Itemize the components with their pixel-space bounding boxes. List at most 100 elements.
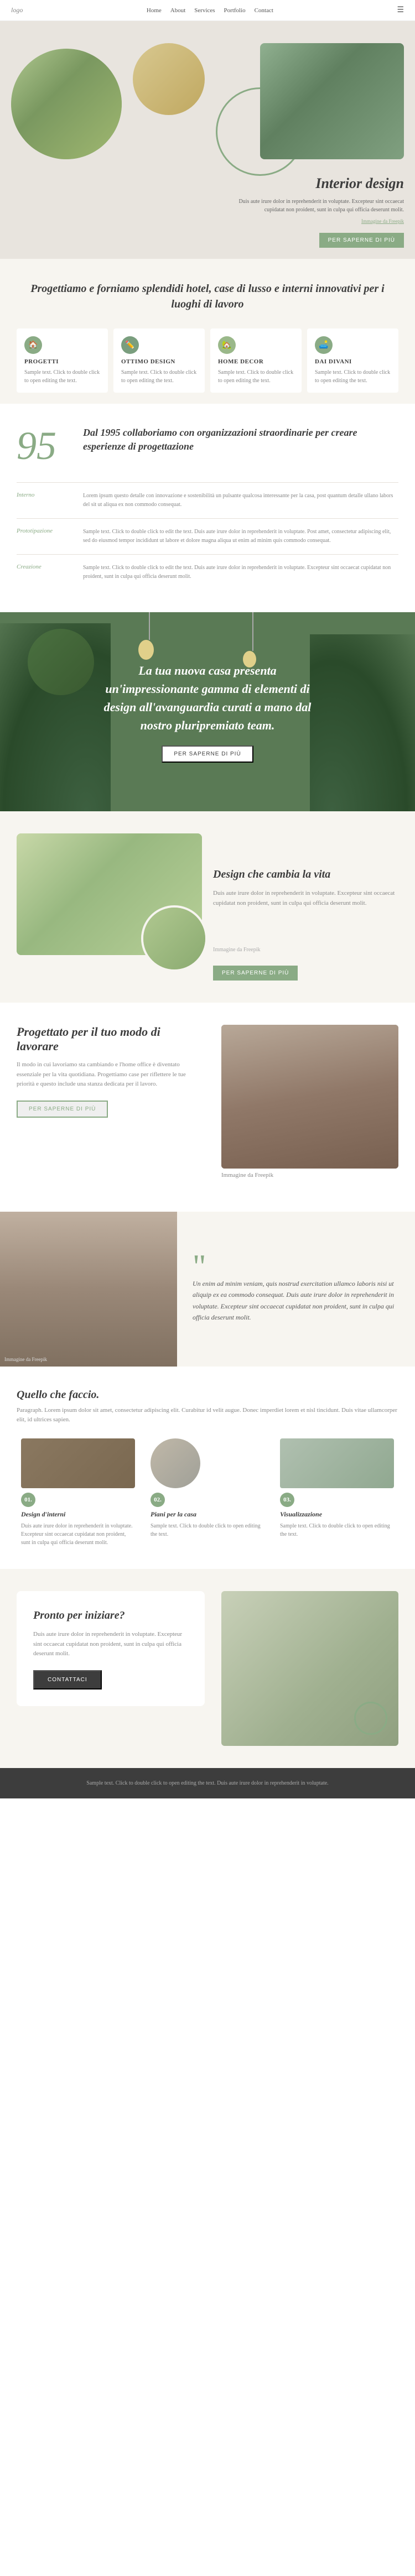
card-home-text: Sample text. Click to double click to op… xyxy=(218,368,294,385)
section-item-creazione: Creazione Sample text. Click to double c… xyxy=(17,554,398,590)
item-creazione-text: Sample text. Click to double click to ed… xyxy=(83,564,398,581)
progettato-left: Progettato per il tuo modo di lavorare I… xyxy=(17,1025,205,1134)
design-heading: Design che cambia la vita xyxy=(213,867,398,882)
home-icon: 🏡 xyxy=(218,336,236,354)
progettato-image xyxy=(221,1025,398,1169)
section-pronto: Pronto per iniziare? Duis aute irure dol… xyxy=(0,1569,415,1768)
header: logo Home About Services Portfolio Conta… xyxy=(0,0,415,21)
logo: logo xyxy=(11,6,23,14)
design-left xyxy=(17,833,202,962)
card-ottimo-text: Sample text. Click to double click to op… xyxy=(121,368,197,385)
card-divani: 🛋️ DAI DIVANI Sample text. Click to doub… xyxy=(307,328,398,393)
card-divani-title: DAI DIVANI xyxy=(315,358,391,365)
design-cta-button[interactable]: PER SAPERNE DI PIÙ xyxy=(213,966,298,981)
footer-text: Sample text. Click to double click to op… xyxy=(17,1779,398,1787)
hero-description: Duis aute irure dolor in reprehenderit i… xyxy=(238,197,404,214)
cosa-text-3: Sample text. Click to double click to op… xyxy=(280,1522,394,1539)
pronto-box-wrap: Pronto per iniziare? Duis aute irure dol… xyxy=(17,1591,205,1746)
progettato-heading: Progettato per il tuo modo di lavorare xyxy=(17,1025,205,1054)
pronto-heading: Pronto per iniziare? xyxy=(33,1608,188,1623)
item-interno-text: Lorem ipsum questo detalle con innovazio… xyxy=(83,492,398,509)
card-divani-text: Sample text. Click to double click to op… xyxy=(315,368,391,385)
hero-img-left xyxy=(11,49,122,159)
section-green-plants: La tua nuova casa presenta un'impression… xyxy=(0,612,415,811)
quote-text: Un enim ad minim veniam, quis nostrud ex… xyxy=(193,1278,400,1323)
quote-image-credit: Immagine da Freepik xyxy=(4,1357,47,1362)
item-interno-label: Interno xyxy=(17,492,83,498)
nav: Home About Services Portfolio Contact xyxy=(147,7,273,14)
section-design: Design che cambia la vita Duis aute irur… xyxy=(0,811,415,1003)
progettiamo-heading: Progettiamo e forniamo splendidi hotel, … xyxy=(17,281,398,312)
cosa-intro: Paragraph. Lorem ipsum dolor sit amet, c… xyxy=(17,1406,398,1425)
section-items: Interno Lorem ipsum questo detalle con i… xyxy=(17,482,398,590)
section-quote: Immagine da Freepik " Un enim ad minim v… xyxy=(0,1212,415,1367)
hero-content: Interior design Duis aute irure dolor in… xyxy=(238,175,404,248)
cosa-image-3 xyxy=(280,1438,394,1488)
section-cosa: Quello che faccio. Paragraph. Lorem ipsu… xyxy=(0,1367,415,1569)
section-item-interno: Interno Lorem ipsum questo detalle con i… xyxy=(17,482,398,518)
cosa-title-3: Visualizzazione xyxy=(280,1510,394,1519)
progettato-cta-button[interactable]: PER SAPERNE DI PIÙ xyxy=(17,1101,108,1118)
green-plant-heading: La tua nuova casa presenta un'impression… xyxy=(102,661,313,734)
cosa-title-2: Piani per la casa xyxy=(151,1510,264,1519)
cosa-heading: Quello che faccio. xyxy=(17,1389,398,1401)
cosa-card-2: 02. Piani per la casa Sample text. Click… xyxy=(146,1438,269,1547)
progettato-text: Il modo in cui lavoriamo sta cambiando e… xyxy=(17,1060,205,1089)
progettato-credit: Immagine da Freepik xyxy=(221,1171,398,1181)
pronto-image xyxy=(221,1591,398,1746)
nav-contact[interactable]: Contact xyxy=(255,7,273,14)
nav-portfolio[interactable]: Portfolio xyxy=(224,7,246,14)
design-right: Design che cambia la vita Duis aute irur… xyxy=(213,833,398,981)
cosa-num-2: 02. xyxy=(151,1493,165,1507)
hero-section: Interior design Duis aute irure dolor in… xyxy=(0,21,415,259)
cosa-card-1: 01. Design d'interni Duis aute irure dol… xyxy=(17,1438,139,1547)
nav-home[interactable]: Home xyxy=(147,7,162,14)
design-circle-image xyxy=(141,905,208,972)
section-95-text: Dal 1995 collaboriamo con organizzazioni… xyxy=(83,426,398,453)
cosa-image-1 xyxy=(21,1438,135,1488)
card-progetti-text: Sample text. Click to double click to op… xyxy=(24,368,100,385)
cosa-num-1: 01. xyxy=(21,1493,35,1507)
pronto-text: Duis aute irure dolor in reprehenderit i… xyxy=(33,1630,188,1659)
cosa-image-2 xyxy=(151,1438,200,1488)
hero-cta-button[interactable]: PER SAPERNE DI PIÙ xyxy=(319,233,404,248)
pronto-circle-deco xyxy=(354,1702,387,1735)
cards-row: 🏠 PROGETTI Sample text. Click to double … xyxy=(17,328,398,393)
card-home-title: HOME DECOR xyxy=(218,358,294,365)
design-main-image xyxy=(17,833,202,955)
cosa-num-3: 03. xyxy=(280,1493,294,1507)
quote-mark-icon: " xyxy=(193,1255,400,1278)
menu-icon[interactable]: ☰ xyxy=(397,6,404,15)
section-progettato: Progettato per il tuo modo di lavorare I… xyxy=(0,1003,415,1212)
green-plant-cta-button[interactable]: PER SAPERNE DI PIÙ xyxy=(162,745,253,763)
design-text: Duis aute irure dolor in reprehenderit i… xyxy=(213,889,398,908)
progettato-inner: Progettato per il tuo modo di lavorare I… xyxy=(17,1025,398,1190)
section-progettiamo: Progettiamo e forniamo splendidi hotel, … xyxy=(0,259,415,404)
ottimo-icon: ✏️ xyxy=(121,336,139,354)
hero-credit: Immagine da Freepik xyxy=(238,218,404,224)
progettato-right: Immagine da Freepik xyxy=(221,1025,398,1190)
plant-circle-deco xyxy=(28,629,94,695)
pronto-cta-button[interactable]: CONTATTACI xyxy=(33,1670,102,1689)
item-prototipazione-label: Prototipazione xyxy=(17,528,83,534)
quote-content: " Un enim ad minim veniam, quis nostrud … xyxy=(177,1212,415,1367)
cosa-cards: 01. Design d'interni Duis aute irure dol… xyxy=(17,1438,398,1547)
nav-services[interactable]: Services xyxy=(194,7,215,14)
nav-about[interactable]: About xyxy=(170,7,186,14)
card-ottimo: ✏️ OTTIMO DESIGN Sample text. Click to d… xyxy=(113,328,205,393)
item-prototipazione-text: Sample text. Click to double click to ed… xyxy=(83,528,398,545)
item-creazione-label: Creazione xyxy=(17,564,83,570)
hero-img-right xyxy=(260,43,404,159)
design-credit: Immagine da Freepik xyxy=(213,912,398,955)
footer: Sample text. Click to double click to op… xyxy=(0,1768,415,1798)
cosa-card-3: 03. Visualizzazione Sample text. Click t… xyxy=(276,1438,398,1547)
section-95-top: 95 Dal 1995 collaboriamo con organizzazi… xyxy=(17,426,398,466)
pronto-inner: Pronto per iniziare? Duis aute irure dol… xyxy=(17,1591,398,1746)
hero-title: Interior design xyxy=(238,175,404,192)
quote-image: Immagine da Freepik xyxy=(0,1212,177,1367)
section-item-prototipazione: Prototipazione Sample text. Click to dou… xyxy=(17,518,398,554)
cosa-text-1: Duis aute irure dolor in reprehenderit i… xyxy=(21,1522,135,1547)
hero-img-mid xyxy=(133,43,205,115)
pronto-box: Pronto per iniziare? Duis aute irure dol… xyxy=(17,1591,205,1706)
section-95: 95 Dal 1995 collaboriamo con organizzazi… xyxy=(0,404,415,612)
